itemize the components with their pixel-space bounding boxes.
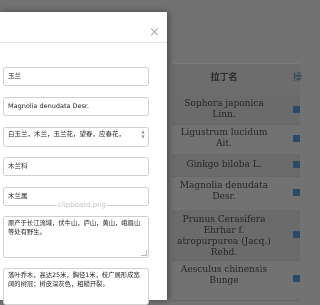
aliases-textarea[interactable]: 白玉兰，木兰，玉兰花，望春，应春花， ▲ ▼ xyxy=(3,127,149,147)
distribution-textarea[interactable]: 原产于长江流域，伏牛山，庐山，黄山，峨眉山等处有野生。 xyxy=(3,216,149,258)
latin-name-cell: Ginkgo biloba L. xyxy=(186,160,262,170)
resize-handle-icon[interactable] xyxy=(141,250,147,256)
textarea-scrollbar[interactable]: ▲ ▼ xyxy=(140,129,146,139)
latin-name-cell: Prunus Cerasifera Ehrhar f. atropurpurea… xyxy=(177,215,271,258)
row-action-link[interactable] xyxy=(293,231,300,238)
close-icon[interactable]: × xyxy=(149,26,160,39)
family-input[interactable]: 木兰科 xyxy=(3,157,149,176)
table-row: Ginkgo biloba L. xyxy=(172,154,300,177)
row-action-link[interactable] xyxy=(293,275,300,282)
scroll-down-icon[interactable]: ▼ xyxy=(140,134,146,139)
chinese-name-input[interactable]: 玉兰 xyxy=(3,67,149,86)
action-column-header: 操 xyxy=(293,73,303,83)
morphology-text: 落叶乔木，高达25米，胸径1米，枝广展形成宽阔的树冠；树皮深灰色，粗糙开裂。 xyxy=(8,272,140,288)
edit-plant-modal: × 玉兰 Magnolia denudata Desr. 白玉兰，木兰，玉兰花，… xyxy=(0,12,167,305)
table-row: Sophora japonica Linn. xyxy=(172,96,300,125)
table-row: Ligustrum lucidum Ait. xyxy=(172,124,300,155)
row-action-link[interactable] xyxy=(293,189,300,196)
latin-name-cell: Aesculus chinensis Bunge xyxy=(180,265,268,286)
clipboard-image-label: clipboard.png xyxy=(57,201,107,209)
latin-name-column-header: 拉丁名 xyxy=(210,73,238,83)
row-action-link[interactable] xyxy=(293,135,300,142)
scientific-name-input[interactable]: Magnolia denudata Desr. xyxy=(3,97,149,116)
table-row: Aesculus chinensis Bunge xyxy=(172,260,300,301)
modal-header-divider xyxy=(0,42,167,43)
latin-name-cell: Ligustrum lucidum Ait. xyxy=(180,128,268,149)
latin-name-cell: Sophora japonica Linn. xyxy=(184,99,264,120)
morphology-textarea[interactable]: 落叶乔木，高达25米，胸径1米，枝广展形成宽阔的树冠；树皮深灰色，粗糙开裂。 xyxy=(3,268,149,305)
table-row: Magnolia denudata Desr. xyxy=(172,176,300,211)
table-row: Prunus Cerasifera Ehrhar f. atropurpurea… xyxy=(172,210,300,261)
latin-name-cell: Magnolia denudata Desr. xyxy=(179,181,269,202)
row-action-link[interactable] xyxy=(293,161,300,168)
aliases-text: 白玉兰，木兰，玉兰花，望春，应春花， xyxy=(8,130,125,138)
distribution-text: 原产于长江流域，伏牛山，庐山，黄山，峨眉山等处有野生。 xyxy=(8,220,141,236)
row-action-link[interactable] xyxy=(293,106,300,113)
